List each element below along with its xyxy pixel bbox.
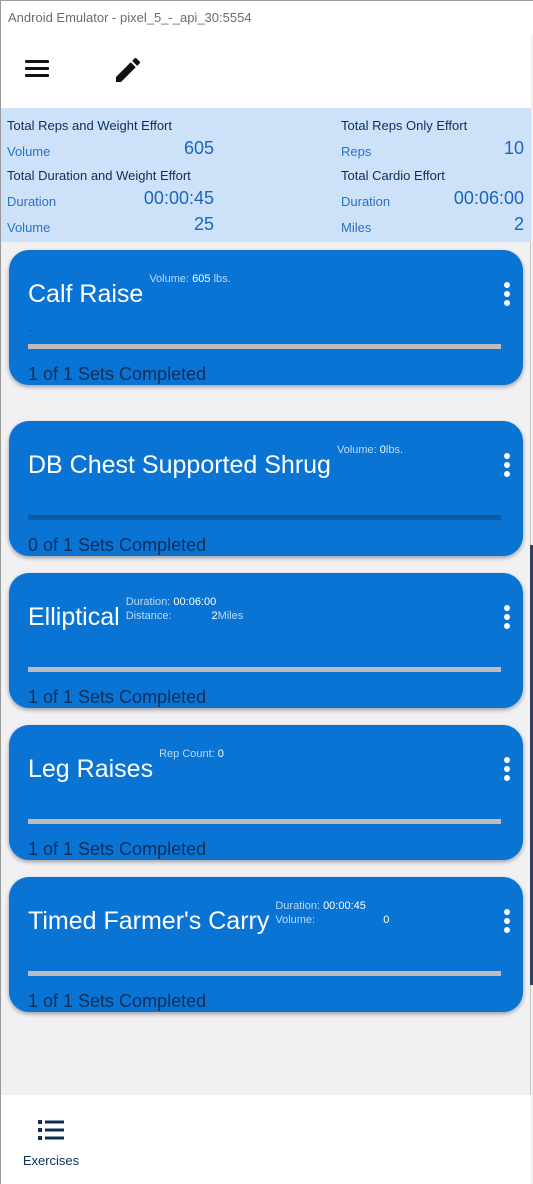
- sets-completed-text: 1 of 1 Sets Completed: [28, 839, 207, 859]
- app-screen: Total Reps and Weight Effort Volume 605 …: [0, 34, 531, 1184]
- more-vert-icon: [503, 757, 511, 781]
- more-options-button[interactable]: [503, 757, 511, 783]
- more-options-button[interactable]: [503, 605, 511, 631]
- meta-label: Volume:: [336, 444, 377, 456]
- duration-label: Duration: [341, 194, 391, 209]
- sets-progress-bar: [28, 819, 501, 824]
- volume-value: 605: [183, 138, 214, 158]
- more-vert-icon: [503, 909, 511, 933]
- cardio-summary: Total Cardio Effort Duration 00:06:00 Mi…: [341, 166, 524, 238]
- exercise-note: .: [29, 323, 32, 334]
- exercise-name: Elliptical: [28, 603, 120, 631]
- reps-label: Reps: [341, 144, 372, 159]
- top-toolbar: [1, 34, 531, 108]
- more-vert-icon: [503, 453, 511, 477]
- duration-weight-heading: Total Duration and Weight Effort: [7, 168, 191, 183]
- nav-label-exercises: Exercises: [22, 1153, 80, 1168]
- duration-weight-summary: Total Duration and Weight Effort Duratio…: [7, 166, 214, 238]
- duration-label: Duration: [7, 194, 57, 209]
- sets-completed-text: 0 of 1 Sets Completed: [28, 535, 207, 555]
- bottom-navigation: Exercises: [1, 1095, 531, 1184]
- edit-button[interactable]: [111, 54, 145, 86]
- sets-completed-text: 1 of 1 Sets Completed: [28, 364, 207, 384]
- exercise-name: Calf Raise: [28, 280, 144, 308]
- nav-item-exercises[interactable]: Exercises: [11, 1105, 91, 1175]
- effort-summary: Total Reps and Weight Effort Volume 605 …: [1, 108, 531, 242]
- reps-only-heading: Total Reps Only Effort: [341, 118, 468, 133]
- meta-value: 00:06:00: [173, 596, 217, 608]
- meta-value: 605: [192, 273, 211, 285]
- sets-completed-text: 1 of 1 Sets Completed: [28, 991, 207, 1011]
- exercise-meta: Duration: 00:00:45 Volume: 0: [275, 899, 389, 927]
- more-vert-icon: [503, 605, 511, 629]
- reps-weight-heading: Total Reps and Weight Effort: [7, 118, 173, 133]
- volume-value: 25: [193, 214, 214, 234]
- exercise-name: Timed Farmer's Carry: [28, 907, 270, 935]
- sets-progress-bar: [28, 344, 501, 349]
- exercise-name: DB Chest Supported Shrug: [28, 451, 331, 479]
- reps-only-summary: Total Reps Only Effort Reps 10: [341, 116, 524, 162]
- reps-weight-summary: Total Reps and Weight Effort Volume 605: [7, 116, 214, 162]
- sets-progress-bar: [28, 971, 501, 976]
- menu-button[interactable]: [23, 56, 53, 82]
- exercise-card-elliptical[interactable]: Elliptical Duration: 00:06:00 Distance: 2…: [9, 573, 523, 708]
- meta-value: 0: [217, 748, 224, 760]
- meta-unit: lbs.: [385, 444, 404, 456]
- sets-completed-text: 1 of 1 Sets Completed: [28, 687, 207, 707]
- meta-value: 2: [211, 610, 218, 622]
- exercise-card-timed-farmers-carry[interactable]: Timed Farmer's Carry Duration: 00:00:45 …: [9, 877, 523, 1012]
- exercise-meta: Volume: 0lbs.: [337, 443, 403, 457]
- more-options-button[interactable]: [503, 453, 511, 479]
- meta-label: Rep Count:: [159, 748, 215, 760]
- miles-value: 2: [513, 214, 524, 234]
- meta-label: Distance:: [125, 610, 172, 622]
- meta-label: Volume:: [275, 914, 316, 926]
- volume-label: Volume: [7, 144, 51, 159]
- more-options-button[interactable]: [503, 282, 511, 308]
- more-vert-icon: [503, 282, 511, 306]
- exercise-card-leg-raises[interactable]: Leg Raises Rep Count: 0 1 of 1 Sets Comp…: [9, 725, 523, 860]
- duration-value: 00:06:00: [453, 188, 524, 208]
- reps-value: 10: [503, 138, 524, 158]
- exercise-meta: Volume: 605 lbs.: [149, 272, 230, 286]
- cardio-heading: Total Cardio Effort: [341, 168, 445, 183]
- meta-unit: Miles: [217, 610, 244, 622]
- exercise-name: Leg Raises: [28, 755, 154, 783]
- exercise-meta: Rep Count: 0: [159, 747, 224, 761]
- meta-label: Volume:: [149, 273, 190, 285]
- window-title: Android Emulator - pixel_5_-_api_30:5554: [0, 0, 533, 34]
- list-icon: [38, 1120, 64, 1140]
- more-options-button[interactable]: [503, 909, 511, 935]
- duration-value: 00:00:45: [143, 188, 214, 208]
- meta-label: Duration:: [125, 596, 171, 608]
- meta-value: 0: [383, 914, 390, 926]
- exercise-meta: Duration: 00:06:00 Distance: 2Miles: [126, 595, 244, 623]
- volume-label: Volume: [7, 220, 51, 235]
- meta-unit: lbs.: [213, 273, 231, 285]
- exercise-card-db-chest-supported-shrug[interactable]: DB Chest Supported Shrug Volume: 0lbs. 0…: [9, 421, 523, 556]
- meta-label: Duration:: [275, 900, 320, 912]
- miles-label: Miles: [341, 220, 372, 235]
- menu-icon: [23, 60, 53, 77]
- exercise-card-calf-raise[interactable]: Calf Raise Volume: 605 lbs. . 1 of 1 Set…: [9, 250, 523, 385]
- meta-value: 00:00:45: [323, 900, 366, 912]
- sets-progress-bar: [28, 667, 501, 672]
- sets-progress-bar: [28, 515, 501, 520]
- pencil-icon: [116, 57, 141, 82]
